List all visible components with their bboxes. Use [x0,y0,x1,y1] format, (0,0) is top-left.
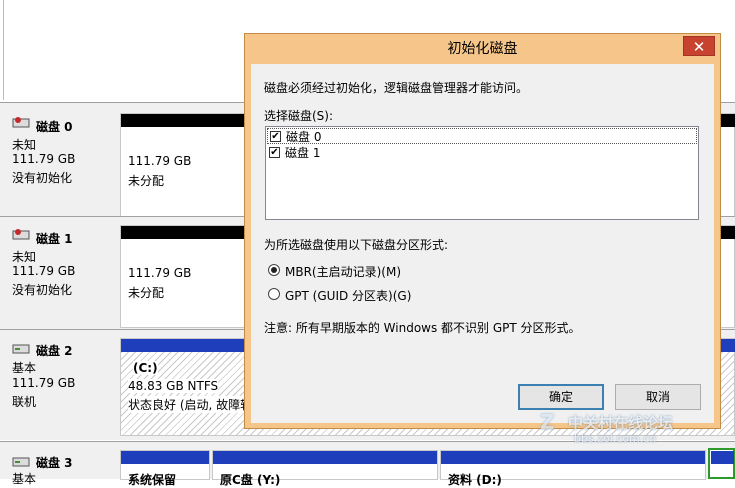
disk-status: 没有初始化 [12,283,73,297]
disk-type: 未知 [12,138,37,152]
partition-state: 状态良好 (启动, 故障转 [128,396,253,413]
partition-name: 系统保留 [128,473,177,487]
gpt-label: GPT (GUID 分区表)(G) [285,289,412,303]
partition-d[interactable]: 资料 (D:) [440,450,706,487]
disk-info-0[interactable]: 磁盘 0 未知 111.79 GB 没有初始化 [0,103,118,216]
disk-size: 111.79 GB [12,152,76,166]
disk-listbox[interactable]: ✔ 磁盘 0 ✔ 磁盘 1 [265,126,699,220]
disk-info-3[interactable]: 磁盘 3 基本 [0,442,118,486]
disk-type: 未知 [12,250,37,264]
list-item-disk-1[interactable]: ✔ 磁盘 1 [267,145,697,161]
watermark-title: 中关村在线论坛 [568,414,674,432]
disk-title: 磁盘 1 [36,232,73,246]
primary-partition-bar [441,451,705,464]
mbr-radio[interactable] [268,264,280,276]
mbr-label: MBR(主启动记录)(M) [285,265,402,279]
disk-1-checkbox[interactable]: ✔ [269,147,280,158]
list-item-label: 磁盘 0 [286,130,322,144]
partition-state: 未分配 [128,174,165,188]
partition-system-reserved[interactable]: 系统保留 [120,450,210,487]
partition-extended[interactable] [708,448,735,479]
disk-icon [12,344,30,354]
disk-size: 111.79 GB [12,264,76,278]
cancel-button[interactable]: 取消 [615,384,701,410]
site-watermark: Z 中关村在线论坛 bbs.zol.com.cn [540,410,730,452]
list-item-label: 磁盘 1 [285,146,321,160]
watermark-url: bbs.zol.com.cn [574,432,657,445]
select-disk-label: 选择磁盘(S): [264,109,334,123]
disk-unknown-icon [12,229,30,240]
partition-size: 48.83 GB NTFS [128,379,219,393]
column-divider [3,0,4,100]
gpt-compat-note: 注意: 所有早期版本的 Windows 都不识别 GPT 分区形式。 [264,321,581,335]
mbr-option[interactable]: MBR(主启动记录)(M) [268,262,468,279]
partition-name: 原C盘 (Y:) [220,473,281,487]
list-item-disk-0[interactable]: ✔ 磁盘 0 [267,128,697,144]
partition-name: (C:) [133,361,158,375]
disk-size: 111.79 GB [12,376,76,390]
primary-partition-bar [213,451,437,464]
dialog-title: 初始化磁盘 [447,41,518,57]
disk-info-2[interactable]: 磁盘 2 基本 111.79 GB 联机 [0,330,118,440]
disk-title: 磁盘 3 [36,456,73,470]
gpt-radio[interactable] [268,288,280,300]
disk-title: 磁盘 0 [36,120,73,134]
partition-style-label: 为所选磁盘使用以下磁盘分区形式: [264,238,449,252]
disk-0-checkbox[interactable]: ✔ [270,131,281,142]
disk-status: 联机 [12,395,37,409]
dialog-client-area: 磁盘必须经过初始化，逻辑磁盘管理器才能访问。 选择磁盘(S): ✔ 磁盘 0 ✔… [251,64,714,423]
disk-status: 没有初始化 [12,171,73,185]
partition-name: 资料 (D:) [448,473,502,487]
partition-state: 未分配 [128,286,165,300]
ok-button[interactable]: 确定 [518,384,604,410]
partition-size: 111.79 GB [128,154,192,168]
partition-y[interactable]: 原C盘 (Y:) [212,450,438,487]
disk-icon [12,457,30,467]
close-button[interactable]: ✕ [683,36,715,56]
disk-title: 磁盘 2 [36,344,73,358]
initialize-disk-dialog[interactable]: 初始化磁盘 ✕ 磁盘必须经过初始化，逻辑磁盘管理器才能访问。 选择磁盘(S): … [244,33,721,429]
gpt-option[interactable]: GPT (GUID 分区表)(G) [268,286,468,303]
partition-size: 111.79 GB [128,266,192,280]
disk-unknown-icon [12,117,30,128]
primary-partition-bar [121,451,209,464]
watermark-logo-icon: Z [540,410,555,434]
dialog-intro-text: 磁盘必须经过初始化，逻辑磁盘管理器才能访问。 [264,81,529,95]
disk-info-1[interactable]: 磁盘 1 未知 111.79 GB 没有初始化 [0,217,118,329]
disk-type: 基本 [12,361,37,375]
primary-partition-bar [711,451,734,464]
